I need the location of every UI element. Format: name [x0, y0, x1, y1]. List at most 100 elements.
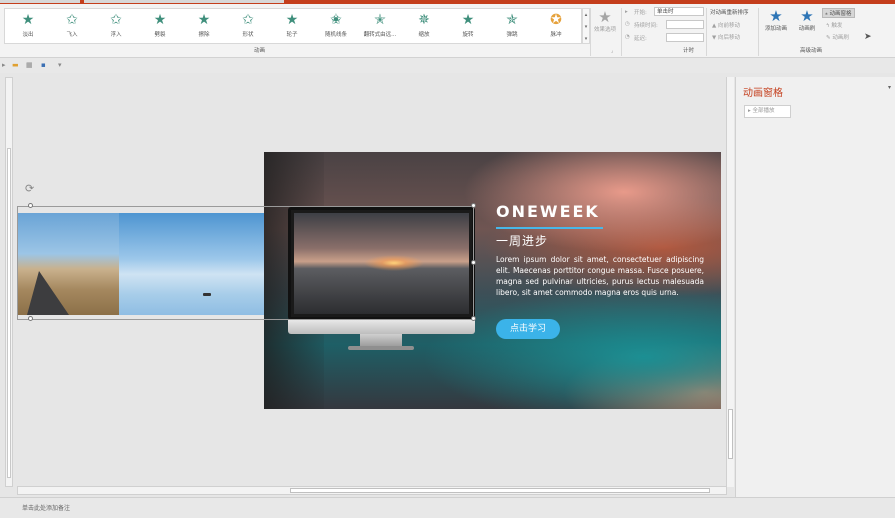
folder-icon[interactable]: ▬	[12, 61, 19, 69]
star-bounce-icon: ✯	[506, 12, 518, 28]
layout-icon[interactable]: ▦	[26, 61, 33, 69]
resize-handle[interactable]	[28, 203, 33, 208]
effect-float-in[interactable]: ✩ 浮入	[93, 13, 139, 45]
effect-fade[interactable]: ★ 淡出	[5, 13, 51, 45]
divider	[621, 8, 622, 56]
animation-painter-button[interactable]: ★ 动画刷	[793, 9, 821, 33]
play-all-label: 全部播放	[752, 108, 775, 114]
divider	[590, 8, 591, 56]
effect-label: 脉冲	[550, 32, 562, 38]
customize-icon[interactable]: ▾	[58, 61, 62, 69]
scroll-thumb[interactable]	[290, 488, 710, 493]
effect-label: 旋转	[462, 32, 474, 38]
effect-random-bars[interactable]: ✬ 随机线条	[313, 13, 359, 45]
effect-split[interactable]: ★ 劈裂	[137, 13, 183, 45]
vertical-scrollbar[interactable]	[726, 77, 734, 487]
reorder-title: 对动画重新排序	[710, 10, 749, 16]
slide-body-text[interactable]: Lorem ipsum dolor sit amet, consectetuer…	[496, 254, 704, 298]
star-float-in-icon: ✩	[110, 12, 122, 28]
quick-access-row: ▸ ▬ ▦ ▪ ▾	[0, 58, 895, 73]
star-split-icon: ★	[153, 12, 167, 28]
animation-pane-button[interactable]: ⁎ 动画窗格	[822, 8, 855, 18]
tab-indicator-2	[84, 0, 284, 3]
effect-label: 随机线条	[324, 32, 347, 38]
scroll-down-icon[interactable]: ▾	[583, 21, 589, 33]
effect-zoom[interactable]: ✵ 缩放	[401, 13, 447, 45]
effect-bounce[interactable]: ✯ 弹跳	[489, 13, 535, 45]
resize-handle[interactable]	[471, 260, 476, 265]
effect-label: 弹跳	[506, 32, 518, 38]
divider	[758, 8, 759, 56]
more-icon[interactable]: ▾	[583, 33, 589, 45]
trigger-button[interactable]: ϟ 触发	[826, 21, 842, 29]
star-fly-in-icon: ✩	[66, 12, 78, 28]
effect-label: 浮入	[110, 32, 122, 38]
animation-pane: 动画窗格 ▾ ▸ 全部播放	[735, 77, 895, 497]
move-later-label: 向后移动	[717, 35, 740, 41]
scroll-thumb[interactable]	[728, 409, 733, 459]
resize-handle[interactable]	[471, 316, 476, 321]
monitor-chin	[288, 320, 475, 334]
effect-fly-in[interactable]: ✩ 飞入	[49, 13, 95, 45]
tab-indicator	[0, 0, 80, 3]
effect-swivel[interactable]: ★ 旋转	[445, 13, 491, 45]
effect-wheel[interactable]: ★ 轮子	[269, 13, 315, 45]
learn-button[interactable]: 点击学习	[496, 319, 560, 339]
effect-label: 翻转式由远...	[363, 32, 397, 38]
effect-label: 缩放	[418, 32, 430, 38]
pane-menu-icon[interactable]: ▾	[888, 84, 891, 91]
star-wheel-icon: ★	[285, 12, 299, 28]
effect-wipe[interactable]: ★ 擦除	[181, 13, 227, 45]
pane-title: 动画窗格	[743, 88, 783, 99]
rotate-handle-icon[interactable]: ⟳	[25, 182, 34, 195]
left-scrollbar[interactable]	[5, 77, 13, 487]
star-pulse-icon: ✪	[550, 12, 562, 28]
mouse-cursor-icon: ➤	[864, 32, 872, 42]
effect-pulse[interactable]: ✪ 脉冲	[533, 13, 579, 45]
animation-gallery: ★ 淡出 ✩ 飞入 ✩ 浮入 ★ 劈裂 ★ 擦除 ✩ 形状 ★ 轮子 ✬ 随机线条 ✭ 翻转式由远…	[4, 8, 582, 44]
scroll-up-icon[interactable]: ▴	[583, 9, 589, 21]
resize-handle[interactable]	[471, 203, 476, 208]
start-label: 开始:	[634, 10, 647, 16]
animation-painter-small-label: 动画刷	[832, 35, 849, 41]
move-earlier-button[interactable]: ▲ 向前移动	[712, 21, 740, 29]
gallery-scroll[interactable]: ▴ ▾ ▾	[582, 8, 590, 44]
slide-subhead[interactable]: 一周进步	[496, 232, 548, 249]
dialog-launcher-icon[interactable]: ⌟	[611, 48, 614, 54]
group-label-animation: 动画	[254, 48, 266, 54]
start-icon: ▸	[625, 9, 628, 15]
effect-label: 淡出	[22, 32, 34, 38]
duration-icon: ◷	[625, 21, 630, 27]
selection-box[interactable]	[17, 206, 474, 320]
duration-input[interactable]	[666, 20, 704, 29]
add-animation-button[interactable]: ★ 添加动画	[761, 7, 791, 33]
collapse-icon[interactable]: ▸	[2, 61, 6, 69]
divider	[706, 8, 707, 56]
effect-options-button[interactable]: ★ 效果选项	[592, 10, 618, 34]
horizontal-scrollbar[interactable]	[17, 486, 727, 495]
monitor-foot	[348, 346, 414, 350]
star-zoom-icon: ✵	[418, 12, 430, 28]
play-all-button[interactable]: ▸ 全部播放	[744, 105, 791, 118]
group-label-advanced: 高级动画	[800, 48, 823, 54]
delay-input[interactable]	[666, 33, 704, 42]
effect-shape[interactable]: ✩ 形状	[225, 13, 271, 45]
star-grow-turn-icon: ✭	[374, 12, 386, 28]
scroll-thumb[interactable]	[7, 148, 11, 478]
resize-handle[interactable]	[28, 316, 33, 321]
slide-headline[interactable]: ONEWEEK	[496, 202, 600, 221]
add-animation-icon: ★	[769, 7, 783, 25]
add-animation-label: 添加动画	[764, 26, 787, 32]
notes-bar[interactable]: 单击此处添加备注	[0, 497, 895, 518]
notes-placeholder[interactable]: 单击此处添加备注	[22, 503, 70, 512]
effect-label: 飞入	[66, 32, 78, 38]
ribbon: ★ 淡出 ✩ 飞入 ✩ 浮入 ★ 劈裂 ★ 擦除 ✩ 形状 ★ 轮子 ✬ 随机线条 ✭ 翻转式由远…	[0, 4, 895, 58]
save-icon[interactable]: ▪	[41, 61, 46, 69]
move-later-button[interactable]: ▼ 向后移动	[712, 33, 740, 41]
star-fade-icon: ★	[21, 12, 35, 28]
start-select[interactable]: 单击时	[654, 7, 704, 16]
effect-grow-turn[interactable]: ✭ 翻转式由远...	[357, 13, 403, 45]
animation-painter-small-button[interactable]: ✎ 动画刷	[826, 33, 849, 41]
effect-label: 劈裂	[154, 32, 166, 38]
headline-underline	[496, 227, 603, 229]
